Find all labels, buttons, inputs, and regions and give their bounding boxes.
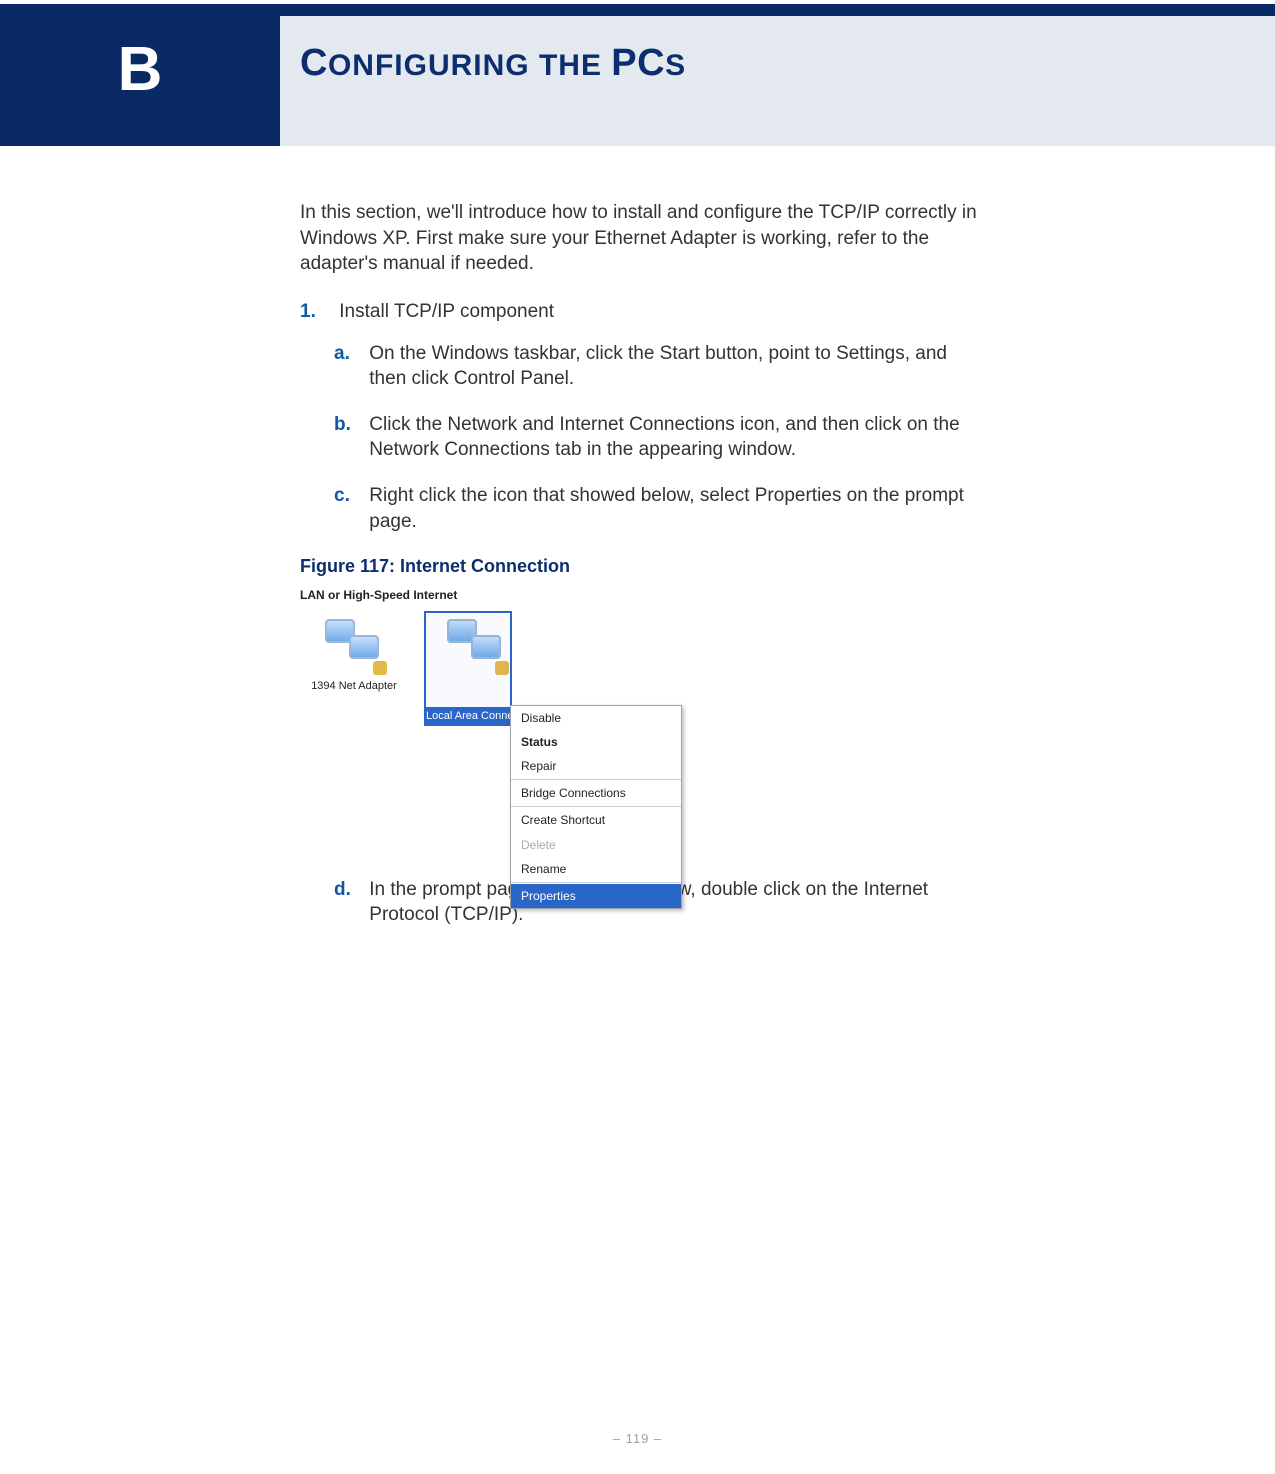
page-number: – 119 – xyxy=(0,1430,1275,1448)
substep-a: a. On the Windows taskbar, click the Sta… xyxy=(334,341,1000,392)
menu-item-delete: Delete xyxy=(511,833,681,857)
substep-c-label: c. xyxy=(334,483,364,509)
title-cap-c: C xyxy=(300,42,328,84)
substep-a-text: On the Windows taskbar, click the Start … xyxy=(369,341,973,392)
substep-d-label: d. xyxy=(334,877,364,903)
appendix-badge: B xyxy=(0,16,280,146)
title-pc: PC xyxy=(611,42,665,84)
menu-separator xyxy=(511,806,681,807)
figure-caption: Figure 117: Internet Connection xyxy=(300,554,1000,578)
substeps: a. On the Windows taskbar, click the Sta… xyxy=(334,341,1000,535)
network-adapter-icon xyxy=(319,615,389,675)
substep-b-text: Click the Network and Internet Connectio… xyxy=(369,412,973,463)
screenshot-figure: LAN or High-Speed Internet 1394 Net Adap… xyxy=(300,587,690,847)
intro-paragraph: In this section, we'll introduce how to … xyxy=(300,200,1000,277)
step-1-number: 1. xyxy=(300,299,334,325)
adapter-1394-label: 1394 Net Adapter xyxy=(311,679,397,694)
page: B CONFIGURING THE PCS In this section, w… xyxy=(0,0,1275,1474)
top-rule xyxy=(0,4,1275,16)
step-1-text: Install TCP/IP component xyxy=(339,299,979,325)
page-title: CONFIGURING THE PCS xyxy=(300,38,686,89)
menu-item-disable[interactable]: Disable xyxy=(511,706,681,730)
local-area-connection-label: Local Area Conne xyxy=(424,707,512,726)
content-column: In this section, we'll introduce how to … xyxy=(300,200,1000,948)
menu-separator xyxy=(511,882,681,883)
substep-b-label: b. xyxy=(334,412,364,438)
adapter-1394-item: 1394 Net Adapter xyxy=(302,615,406,694)
title-small-2: S xyxy=(665,49,686,82)
menu-item-rename[interactable]: Rename xyxy=(511,857,681,881)
substep-c: c. Right click the icon that showed belo… xyxy=(334,483,1000,534)
screenshot-section-header: LAN or High-Speed Internet xyxy=(300,587,690,603)
step-1: 1. Install TCP/IP component a. On the Wi… xyxy=(300,299,1000,534)
substep-a-label: a. xyxy=(334,341,364,367)
appendix-letter: B xyxy=(118,28,163,112)
selection-highlight xyxy=(424,611,512,709)
title-small-1: ONFIGURING THE xyxy=(328,49,611,82)
ordered-steps: 1. Install TCP/IP component a. On the Wi… xyxy=(300,299,1000,534)
menu-item-create-shortcut[interactable]: Create Shortcut xyxy=(511,808,681,832)
menu-item-bridge[interactable]: Bridge Connections xyxy=(511,781,681,805)
substep-c-text: Right click the icon that showed below, … xyxy=(369,483,973,534)
context-menu: Disable Status Repair Bridge Connections… xyxy=(510,705,682,910)
substep-b: b. Click the Network and Internet Connec… xyxy=(334,412,1000,463)
menu-item-repair[interactable]: Repair xyxy=(511,754,681,778)
menu-item-status[interactable]: Status xyxy=(511,730,681,754)
menu-separator xyxy=(511,779,681,780)
menu-item-properties[interactable]: Properties xyxy=(511,884,681,908)
